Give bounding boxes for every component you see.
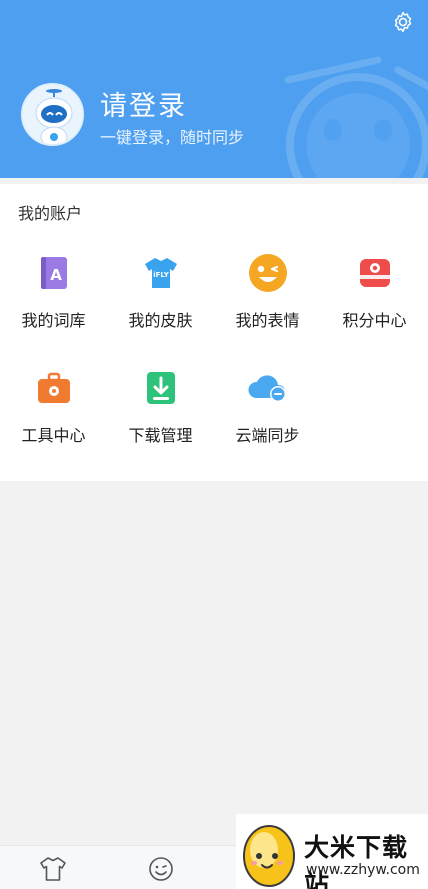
- grid-item-label: 我的表情: [235, 311, 300, 330]
- lexicon-book-icon: A: [40, 257, 67, 289]
- site-watermark: 大米下载站 www.zzhyw.com: [236, 814, 428, 889]
- tshirt-icon[interactable]: [38, 854, 68, 884]
- grid-item-skin[interactable]: iFLY 我的皮肤: [107, 249, 214, 331]
- grid-item-label: 积分中心: [342, 311, 407, 330]
- grid-item-points[interactable]: 积分中心: [321, 249, 428, 331]
- login-subtitle: 一键登录，随时同步: [100, 128, 245, 147]
- toolbox-icon: [37, 372, 70, 403]
- grid-item-label: 我的皮肤: [128, 311, 193, 330]
- grid-item-cloud[interactable]: 云端同步: [214, 364, 321, 446]
- settings-gear-icon[interactable]: [391, 10, 415, 34]
- emoji-wink-icon: [248, 254, 287, 292]
- rice-mascot-logo: [243, 825, 295, 887]
- watermark-title: 大米下载站: [304, 833, 409, 889]
- svg-text:iFLY: iFLY: [153, 271, 170, 279]
- cloud-sync-icon: [247, 375, 286, 402]
- login-title[interactable]: 请登录: [100, 84, 187, 123]
- grid-item-lexicon[interactable]: A 我的词库: [0, 249, 107, 331]
- grid-item-tools[interactable]: 工具中心: [0, 364, 107, 446]
- points-center-icon: [359, 259, 390, 287]
- grid-item-download[interactable]: 下载管理: [107, 364, 214, 446]
- skin-tshirt-icon: iFLY: [144, 258, 177, 288]
- watermark-url: www.zzhyw.com: [306, 862, 420, 878]
- robot-avatar-icon: [23, 85, 82, 144]
- section-title: 我的账户: [18, 204, 83, 223]
- grid-item-label: 下载管理: [128, 426, 193, 445]
- login-header[interactable]: 请登录 一键登录，随时同步: [0, 0, 428, 178]
- svg-text:A: A: [50, 266, 62, 284]
- download-manager-icon: [146, 372, 175, 404]
- my-account-panel: 我的账户 A 我的词库 iFLY 我的皮肤 我的表情 积分中心 工具中心 下载管…: [0, 184, 428, 481]
- robot-watermark-icon: [284, 56, 428, 178]
- grid-item-emoji[interactable]: 我的表情: [214, 249, 321, 331]
- smile-icon[interactable]: [146, 854, 176, 884]
- avatar[interactable]: [21, 83, 84, 146]
- grid-item-label: 工具中心: [21, 426, 86, 445]
- grid-item-label: 我的词库: [21, 311, 86, 330]
- grid-item-label: 云端同步: [235, 426, 300, 445]
